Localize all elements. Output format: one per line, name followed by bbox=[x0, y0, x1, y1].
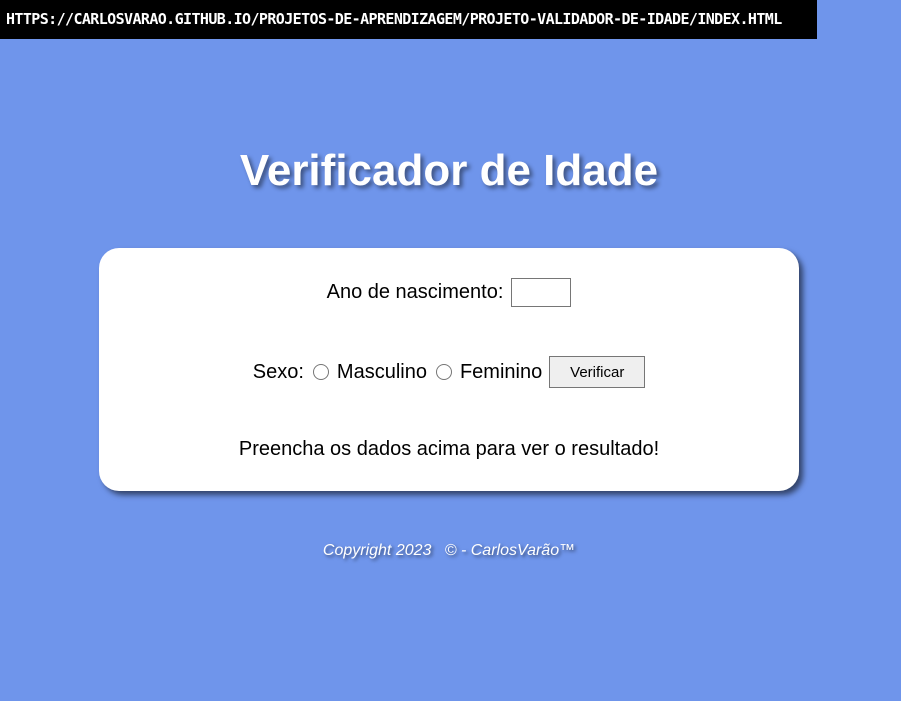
radio-label-feminino[interactable]: Feminino bbox=[460, 361, 542, 384]
radio-feminino[interactable] bbox=[435, 364, 452, 380]
radio-label-masculino[interactable]: Masculino bbox=[337, 361, 427, 384]
url-bar: https://carlosvarao.github.io/projetos-d… bbox=[0, 0, 817, 39]
footer-copyright: Copyright 2023 © - CarlosVarão™ bbox=[322, 542, 576, 559]
sex-row: Sexo: Masculino Feminino Verificar bbox=[99, 356, 799, 388]
url-text: https://carlosvarao.github.io/projetos-d… bbox=[6, 10, 782, 28]
sex-label: Sexo: bbox=[252, 360, 304, 383]
result-text: Preencha os dados acima para ver o resul… bbox=[238, 437, 660, 460]
result-row: Preencha os dados acima para ver o resul… bbox=[99, 434, 799, 464]
radio-masculino[interactable] bbox=[312, 364, 329, 380]
year-input[interactable] bbox=[511, 277, 572, 307]
verify-button[interactable]: Verificar bbox=[549, 356, 646, 388]
year-label: Ano de nascimento: bbox=[326, 280, 504, 303]
year-row: Ano de nascimento: bbox=[99, 277, 799, 307]
form-card: Ano de nascimento: Sexo: Masculino Femin… bbox=[99, 248, 799, 491]
page-title: Verificador de Idade bbox=[239, 146, 659, 195]
